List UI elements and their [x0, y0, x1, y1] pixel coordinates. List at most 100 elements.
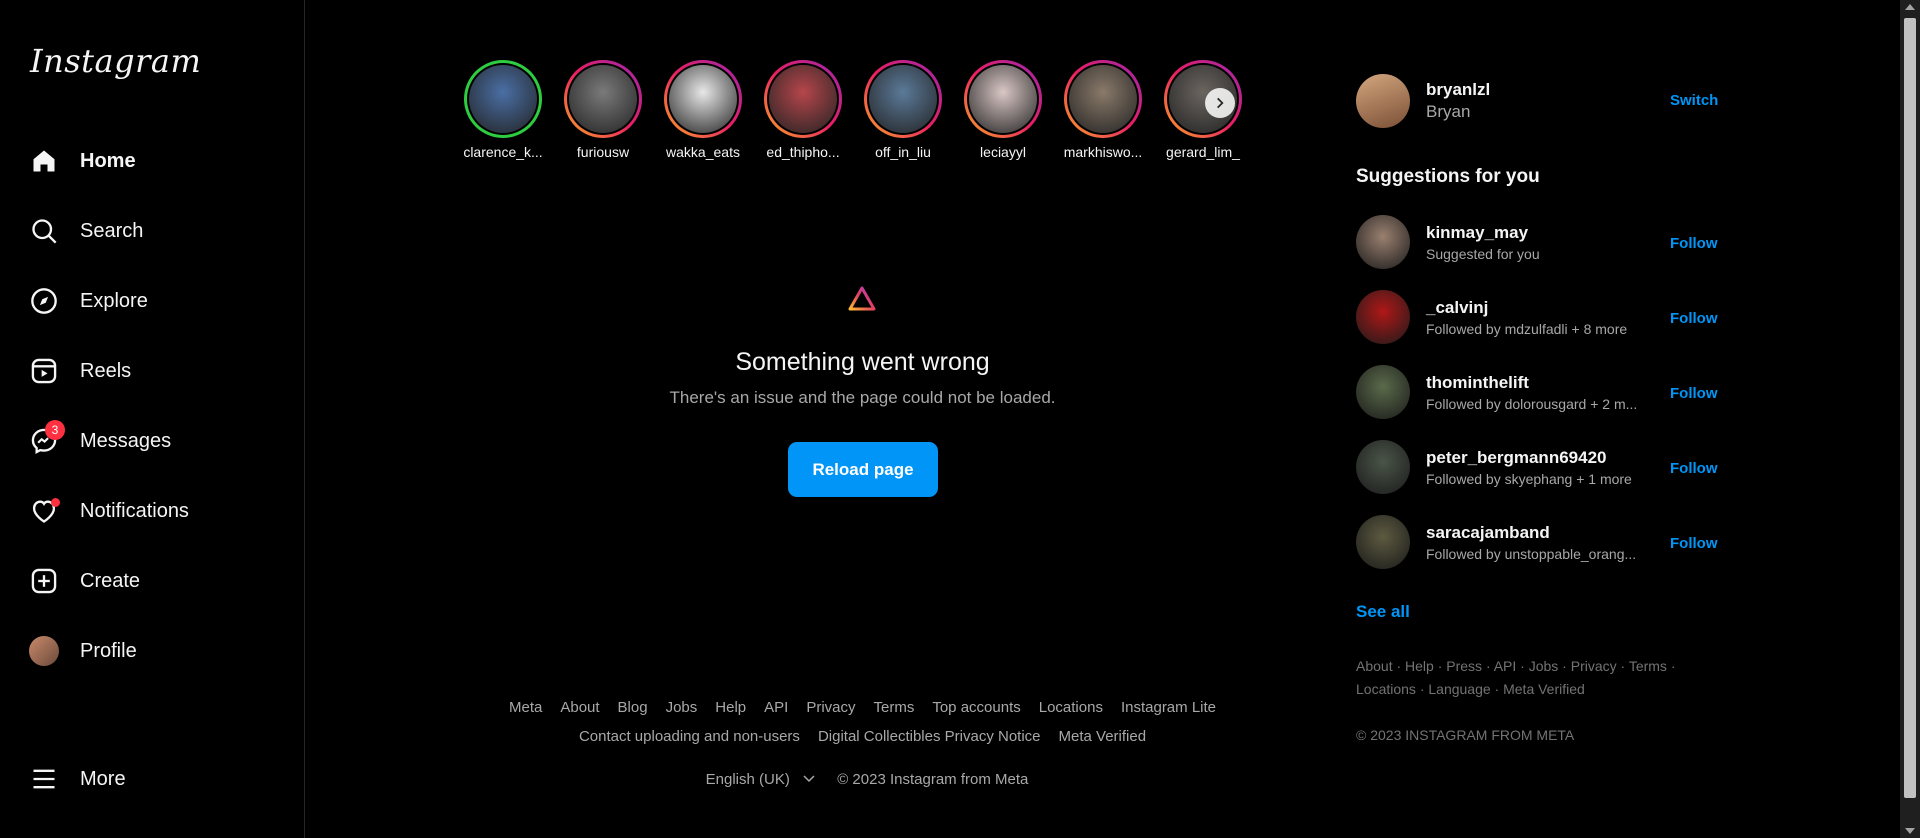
suggestion-row: saracajamband Followed by unstoppable_or…	[1356, 515, 1718, 575]
suggestion-reason: Followed by skyephang + 1 more	[1426, 471, 1632, 487]
footer-link[interactable]: Contact uploading and non-users	[579, 728, 800, 745]
story-username: wakka_eats	[666, 144, 740, 160]
story-avatar	[1069, 65, 1137, 133]
footer-link[interactable]: Top accounts	[932, 699, 1020, 716]
follow-button[interactable]: Follow	[1670, 385, 1718, 402]
suggestion-username[interactable]: thominthelift	[1426, 373, 1529, 393]
sidebar-item-label: Search	[80, 219, 144, 242]
avatar[interactable]	[1356, 515, 1410, 569]
message-count-badge: 3	[45, 420, 65, 440]
account-name: Bryan	[1426, 102, 1471, 121]
story-item[interactable]: clarence_k...	[453, 60, 553, 160]
stories-tray: clarence_k... furiousw wakka_eats ed_thi…	[463, 60, 1256, 170]
suggestion-reason: Suggested for you	[1426, 246, 1540, 262]
chevron-down-icon	[803, 775, 815, 783]
sidebar-item-explore[interactable]: Explore	[29, 275, 289, 327]
scrollbar[interactable]	[1900, 0, 1920, 838]
avatar[interactable]	[1356, 440, 1410, 494]
stories-next-button[interactable]	[1205, 88, 1235, 118]
reload-page-button[interactable]: Reload page	[788, 442, 938, 497]
footer-copyright: © 2023 Instagram from Meta	[837, 771, 1029, 788]
hamburger-icon	[29, 764, 59, 794]
notification-dot	[51, 498, 60, 507]
story-username: furiousw	[576, 144, 630, 160]
language-select[interactable]: English (UK)	[697, 771, 815, 788]
avatar[interactable]	[1356, 74, 1410, 128]
sidebar-item-label: Messages	[80, 429, 172, 452]
right-copyright: © 2023 INSTAGRAM FROM META	[1356, 727, 1575, 743]
sidebar-item-label: Notifications	[80, 499, 189, 522]
footer-link[interactable]: Meta Verified	[1059, 728, 1147, 745]
suggestion-row: thominthelift Followed by dolorousgard +…	[1356, 365, 1718, 425]
story-avatar	[669, 65, 737, 133]
story-username: markhiswo...	[1063, 144, 1143, 160]
sidebar-item-label: Create	[80, 569, 141, 592]
plus-square-icon	[29, 566, 59, 596]
footer-link[interactable]: Help	[715, 699, 746, 716]
follow-button[interactable]: Follow	[1670, 235, 1718, 252]
search-icon	[29, 216, 59, 246]
suggestions-title: Suggestions for you	[1356, 166, 1540, 187]
story-item[interactable]: gerard_lim_	[1153, 60, 1253, 160]
story-avatar	[869, 65, 937, 133]
suggestion-username[interactable]: saracajamband	[1426, 523, 1550, 543]
footer-link[interactable]: Privacy	[806, 699, 855, 716]
footer-link[interactable]: Digital Collectibles Privacy Notice	[818, 728, 1041, 745]
avatar[interactable]	[1356, 215, 1410, 269]
sidebar-item-profile[interactable]: Profile	[29, 625, 289, 677]
suggestion-username[interactable]: kinmay_may	[1426, 223, 1528, 243]
sidebar-item-create[interactable]: Create	[29, 555, 289, 607]
scroll-up-arrow-icon[interactable]	[1905, 4, 1915, 10]
story-avatar	[569, 65, 637, 133]
suggestion-username[interactable]: peter_bergmann69420	[1426, 448, 1606, 468]
footer-link[interactable]: Locations	[1039, 699, 1103, 716]
story-avatar	[469, 65, 537, 133]
story-avatar	[769, 65, 837, 133]
follow-button[interactable]: Follow	[1670, 460, 1718, 477]
footer-bottom: English (UK) © 2023 Instagram from Meta	[300, 771, 1425, 788]
story-item[interactable]: furiousw	[553, 60, 653, 160]
footer-link[interactable]: About	[560, 699, 599, 716]
suggestion-reason: Followed by unstoppable_orang...	[1426, 546, 1637, 562]
right-footer-links[interactable]: Locations · Language · Meta Verified	[1356, 681, 1716, 697]
suggestion-username[interactable]: _calvinj	[1426, 298, 1488, 318]
sidebar-item-messages[interactable]: 3 Messages	[29, 415, 289, 467]
footer-link[interactable]: Instagram Lite	[1121, 699, 1216, 716]
follow-button[interactable]: Follow	[1670, 535, 1718, 552]
story-item[interactable]: ed_thipho...	[753, 60, 853, 160]
story-item[interactable]: wakka_eats	[653, 60, 753, 160]
sidebar-item-label: Explore	[80, 289, 148, 312]
suggestion-reason: Followed by dolorousgard + 2 m...	[1426, 396, 1638, 412]
scroll-down-arrow-icon[interactable]	[1905, 828, 1915, 834]
sidebar-item-home[interactable]: Home	[29, 135, 289, 187]
footer-link[interactable]: Jobs	[666, 699, 698, 716]
compass-icon	[29, 286, 59, 316]
switch-account-button[interactable]: Switch	[1670, 92, 1718, 109]
warning-triangle-icon	[848, 286, 876, 311]
scrollbar-thumb[interactable]	[1904, 18, 1916, 798]
sidebar-item-label: Home	[80, 149, 136, 172]
sidebar-item-notifications[interactable]: Notifications	[29, 485, 289, 537]
footer-link[interactable]: API	[764, 699, 788, 716]
right-footer-links[interactable]: About · Help · Press · API · Jobs · Priv…	[1356, 658, 1716, 674]
story-item[interactable]: markhiswo...	[1053, 60, 1153, 160]
avatar[interactable]	[1356, 365, 1410, 419]
suggestion-row: _calvinj Followed by mdzulfadli + 8 more…	[1356, 290, 1718, 350]
suggestion-reason: Followed by mdzulfadli + 8 more	[1426, 321, 1628, 337]
account-username[interactable]: bryanlzl	[1426, 80, 1490, 100]
story-username: ed_thipho...	[766, 144, 840, 160]
footer-link[interactable]: Blog	[618, 699, 648, 716]
story-item[interactable]: off_in_liu	[853, 60, 953, 160]
see-all-link[interactable]: See all	[1356, 602, 1410, 622]
footer-link[interactable]: Meta	[509, 699, 542, 716]
sidebar-item-search[interactable]: Search	[29, 205, 289, 257]
sidebar-item-more[interactable]: More	[29, 753, 289, 805]
story-item[interactable]: leciayyl	[953, 60, 1053, 160]
suggestion-row: kinmay_may Suggested for you Follow	[1356, 215, 1718, 275]
avatar[interactable]	[1356, 290, 1410, 344]
footer-link[interactable]: Terms	[874, 699, 915, 716]
sidebar: Instagram Home Search Explore Reels 3 Me…	[0, 0, 305, 838]
follow-button[interactable]: Follow	[1670, 310, 1718, 327]
story-avatar	[969, 65, 1037, 133]
instagram-logo[interactable]: Instagram	[30, 42, 201, 80]
